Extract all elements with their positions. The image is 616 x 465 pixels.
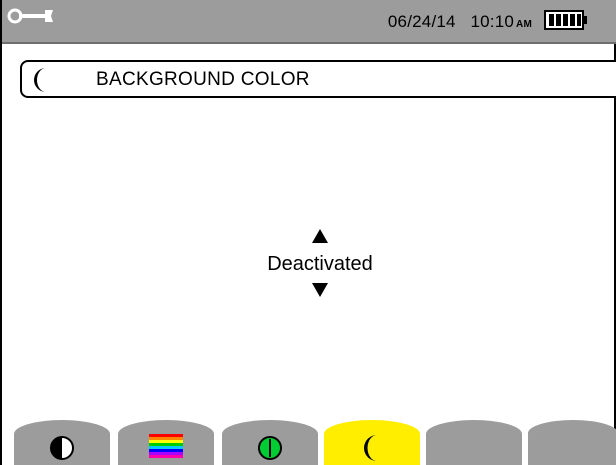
ampm: AM (516, 19, 532, 30)
tab-background-color[interactable] (324, 420, 420, 465)
page-title: BACKGROUND COLOR (96, 69, 310, 90)
arrow-down-icon[interactable] (311, 282, 329, 298)
value-selector[interactable]: Deactivated (202, 228, 438, 304)
moon-icon (364, 435, 377, 461)
moon-icon (34, 68, 46, 92)
contrast-icon (50, 436, 74, 460)
arrow-up-icon[interactable] (311, 228, 329, 244)
date: 06/24/14 (387, 12, 456, 31)
wrench-config-icon[interactable] (7, 5, 55, 27)
tab-empty-6[interactable] (528, 420, 616, 465)
setting-value: Deactivated (267, 253, 373, 275)
tab-contrast[interactable] (14, 420, 110, 465)
time: 10:10 (470, 12, 515, 31)
battery-icon (544, 10, 587, 30)
title-bar: BACKGROUND COLOR (20, 60, 616, 98)
date-time: 06/24/14 10:10 AM (388, 12, 532, 32)
status-bar: 06/24/14 10:10 AM (2, 0, 616, 44)
device-screen: 06/24/14 10:10 AM BACKGROUND COLOR Deacti… (0, 0, 616, 465)
function-tabs (2, 420, 616, 465)
power-icon (258, 436, 282, 460)
tab-power[interactable] (222, 420, 318, 465)
tab-colors[interactable] (118, 420, 214, 465)
tab-empty-5[interactable] (426, 420, 522, 465)
color-bars-icon (149, 434, 183, 458)
